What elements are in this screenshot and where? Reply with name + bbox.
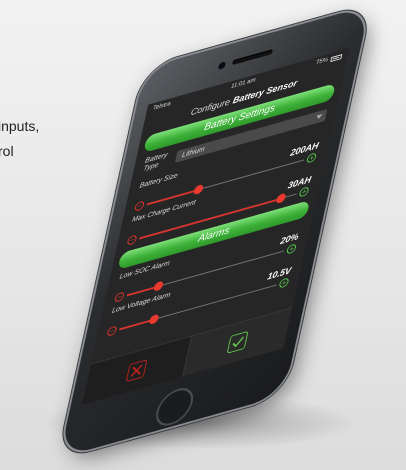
minus-icon[interactable]: − [106, 325, 118, 337]
slider-thumb[interactable] [275, 192, 287, 205]
minus-icon[interactable]: − [126, 234, 138, 246]
plus-icon[interactable]: + [278, 277, 290, 289]
confirm-button[interactable] [183, 308, 292, 377]
minus-icon[interactable]: − [113, 291, 125, 303]
plus-icon[interactable]: + [298, 186, 310, 198]
battery-type-label: Battery Type [142, 152, 168, 174]
x-icon [125, 359, 148, 383]
camera-icon [217, 61, 227, 71]
background-text-control: rol [0, 143, 14, 159]
check-icon [226, 330, 249, 354]
app-screen: Telstra 11:01 am 75% Configure Battery S… [82, 48, 350, 405]
slider-thumb[interactable] [148, 313, 160, 326]
slider-thumb[interactable] [152, 280, 164, 292]
chevron-down-icon [315, 114, 323, 120]
battery-icon [330, 53, 343, 62]
battery-type-value: Lithium [181, 145, 206, 159]
background-text-inputs: inputs, [0, 118, 40, 134]
speaker-grille [231, 49, 274, 66]
plus-icon[interactable]: + [306, 152, 317, 164]
phone-device: Telstra 11:01 am 75% Configure Battery S… [59, 5, 370, 458]
plus-icon[interactable]: + [285, 243, 297, 255]
slider-thumb[interactable] [193, 183, 205, 196]
minus-icon[interactable]: − [134, 200, 145, 212]
